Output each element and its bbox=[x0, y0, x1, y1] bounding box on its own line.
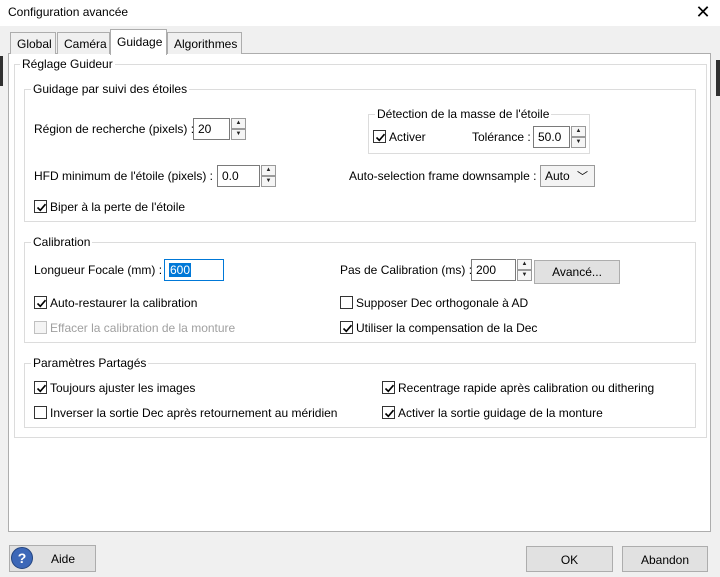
checkmark-icon bbox=[36, 299, 47, 308]
search-region-spinner[interactable]: ▲ ▼ bbox=[231, 118, 246, 140]
mount-guide-output-label: Activer la sortie guidage de la monture bbox=[398, 406, 603, 420]
checkmark-icon bbox=[384, 384, 395, 393]
spin-up-icon[interactable]: ▲ bbox=[517, 259, 532, 270]
downsample-value: Auto bbox=[545, 169, 570, 183]
background-window-edge bbox=[0, 56, 3, 86]
mass-detection-enable-label: Activer bbox=[389, 130, 426, 144]
background-window-edge-right bbox=[716, 60, 720, 96]
beep-label: Biper à la perte de l'étoile bbox=[50, 200, 186, 214]
mount-guide-output-checkbox[interactable] bbox=[382, 406, 395, 419]
beep-checkbox[interactable] bbox=[34, 200, 47, 213]
tab-global[interactable]: Global bbox=[10, 32, 56, 54]
calibration-step-label: Pas de Calibration (ms) : bbox=[340, 263, 473, 277]
focal-length-label: Longueur Focale (mm) : bbox=[34, 263, 163, 277]
min-hfd-label: HFD minimum de l'étoile (pixels) : bbox=[34, 169, 213, 183]
always-scale-checkbox[interactable] bbox=[34, 381, 47, 394]
calibration-step-spinner[interactable]: ▲ ▼ bbox=[517, 259, 532, 281]
tolerance-spinner[interactable]: ▲ ▼ bbox=[571, 126, 586, 148]
tab-guidage[interactable]: Guidage bbox=[110, 29, 167, 55]
dec-compensation-label: Utiliser la compensation de la Dec bbox=[356, 321, 538, 335]
spin-up-icon[interactable]: ▲ bbox=[261, 165, 276, 176]
fast-recenter-label: Recentrage rapide après calibration ou d… bbox=[398, 381, 655, 395]
advanced-button[interactable]: Avancé... bbox=[534, 260, 620, 284]
dec-compensation-checkbox[interactable] bbox=[340, 321, 353, 334]
checkmark-icon bbox=[36, 384, 47, 393]
tab-camera[interactable]: Caméra bbox=[57, 32, 110, 54]
mass-detection-enable-checkbox[interactable] bbox=[373, 130, 386, 143]
focal-length-input[interactable]: 600 bbox=[164, 259, 224, 281]
downsample-label: Auto-selection frame downsample : bbox=[349, 169, 537, 183]
downsample-select[interactable]: Auto ﹀ bbox=[540, 165, 595, 187]
spin-down-icon[interactable]: ▼ bbox=[231, 129, 246, 140]
assume-orthogonal-label: Supposer Dec orthogonale à AD bbox=[356, 296, 529, 310]
ok-button[interactable]: OK bbox=[526, 546, 613, 572]
star-tracking-title: Guidage par suivi des étoiles bbox=[31, 82, 190, 96]
calibration-title: Calibration bbox=[31, 235, 93, 249]
always-scale-label: Toujours ajuster les images bbox=[50, 381, 196, 395]
spin-up-icon[interactable]: ▲ bbox=[231, 118, 246, 129]
min-hfd-spinner[interactable]: ▲ ▼ bbox=[261, 165, 276, 187]
min-hfd-input[interactable]: 0.0 bbox=[217, 165, 260, 187]
focal-length-value: 600 bbox=[169, 263, 192, 277]
window-title: Configuration avancée bbox=[8, 5, 129, 19]
shared-params-title: Paramètres Partagés bbox=[31, 356, 149, 370]
cancel-button[interactable]: Abandon bbox=[622, 546, 708, 572]
checkmark-icon bbox=[384, 409, 395, 418]
clear-mount-calibration-checkbox bbox=[34, 321, 47, 334]
spin-down-icon[interactable]: ▼ bbox=[571, 137, 586, 148]
search-region-label: Région de recherche (pixels) : bbox=[34, 122, 195, 136]
close-icon[interactable]: ✕ bbox=[690, 0, 716, 24]
tolerance-input[interactable]: 50.0 bbox=[533, 126, 570, 148]
spin-down-icon[interactable]: ▼ bbox=[261, 176, 276, 187]
help-icon: ? bbox=[11, 547, 33, 569]
checkmark-icon bbox=[375, 133, 386, 142]
reverse-dec-label: Inverser la sortie Dec après retournemen… bbox=[50, 406, 338, 420]
help-button-label: Aide bbox=[51, 552, 76, 566]
fast-recenter-checkbox[interactable] bbox=[382, 381, 395, 394]
auto-restore-label: Auto-restaurer la calibration bbox=[50, 296, 198, 310]
chevron-down-icon: ﹀ bbox=[577, 171, 588, 183]
tolerance-label: Tolérance : bbox=[472, 130, 531, 144]
assume-orthogonal-checkbox[interactable] bbox=[340, 296, 353, 309]
spin-up-icon[interactable]: ▲ bbox=[571, 126, 586, 137]
mass-detection-title: Détection de la masse de l'étoile bbox=[375, 107, 552, 121]
clear-mount-calibration-label: Effacer la calibration de la monture bbox=[50, 321, 236, 335]
reverse-dec-checkbox[interactable] bbox=[34, 406, 47, 419]
checkmark-icon bbox=[36, 203, 47, 212]
search-region-input[interactable]: 20 bbox=[193, 118, 230, 140]
checkmark-icon bbox=[342, 324, 353, 333]
calibration-step-input[interactable]: 200 bbox=[471, 259, 516, 281]
spin-down-icon[interactable]: ▼ bbox=[517, 270, 532, 281]
guider-settings-title: Réglage Guideur bbox=[20, 57, 115, 71]
tab-algorithmes[interactable]: Algorithmes bbox=[167, 32, 242, 54]
auto-restore-checkbox[interactable] bbox=[34, 296, 47, 309]
